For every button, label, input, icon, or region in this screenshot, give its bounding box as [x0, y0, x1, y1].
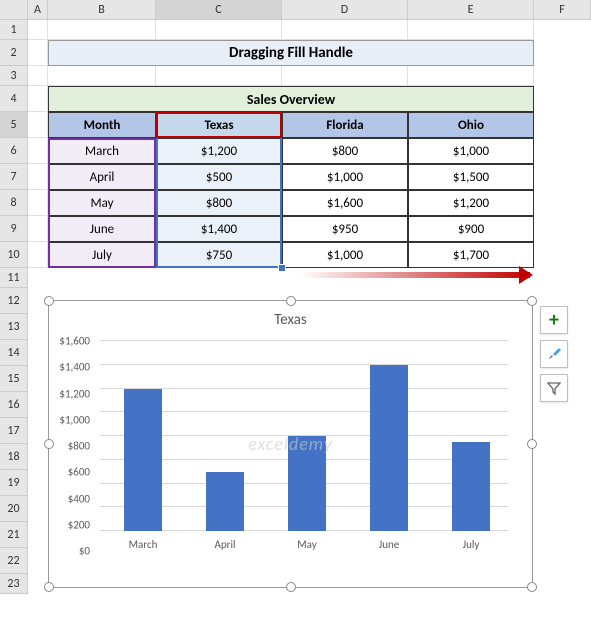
row-header-4[interactable]: 4: [0, 86, 28, 112]
row-header-9[interactable]: 9: [0, 216, 28, 242]
row-header-8[interactable]: 8: [0, 190, 28, 216]
chart-side-buttons: +: [540, 306, 568, 408]
chart-bar[interactable]: [288, 436, 326, 531]
col-header-A[interactable]: A: [28, 0, 48, 19]
table-row[interactable]: May: [48, 190, 156, 216]
row-header-17[interactable]: 17: [0, 418, 28, 444]
chart-x-label: June: [354, 538, 424, 551]
chart-elements-button[interactable]: +: [540, 306, 568, 334]
row-header-3[interactable]: 3: [0, 66, 28, 86]
filter-icon: [546, 380, 562, 396]
table-title: Sales Overview: [48, 86, 534, 112]
table-col-florida[interactable]: Florida: [282, 112, 408, 138]
row-header-15[interactable]: 15: [0, 366, 28, 392]
col-header-D[interactable]: D: [282, 0, 408, 19]
select-all-corner[interactable]: [0, 0, 28, 19]
table-row[interactable]: June: [48, 216, 156, 242]
table-row[interactable]: April: [48, 164, 156, 190]
fill-handle[interactable]: [278, 264, 286, 272]
table-cell[interactable]: $1,600: [282, 190, 408, 216]
row-header-21[interactable]: 21: [0, 522, 28, 548]
row-header-1[interactable]: 1: [0, 20, 28, 40]
table-cell[interactable]: $800: [156, 190, 282, 216]
chart-x-label: March: [108, 538, 178, 551]
table-cell[interactable]: $1,500: [408, 164, 534, 190]
plus-icon: +: [549, 308, 559, 332]
table-col-texas[interactable]: Texas: [156, 112, 282, 138]
row-header-22[interactable]: 22: [0, 548, 28, 574]
col-header-E[interactable]: E: [408, 0, 534, 19]
brush-icon: [546, 346, 562, 362]
table-cell[interactable]: $1,000: [282, 242, 408, 268]
row-header-10[interactable]: 10: [0, 242, 28, 268]
col-header-C[interactable]: C: [156, 0, 282, 19]
column-headers: A B C D E F: [0, 0, 591, 20]
page-title: Dragging Fill Handle: [48, 40, 534, 66]
table-cell[interactable]: $1,000: [408, 138, 534, 164]
row-header-23[interactable]: 23: [0, 574, 28, 594]
chart-x-label: April: [190, 538, 260, 551]
row-header-11[interactable]: 11: [0, 268, 28, 288]
row-header-19[interactable]: 19: [0, 470, 28, 496]
table-cell[interactable]: $1,200: [156, 138, 282, 164]
chart-x-label: July: [436, 538, 506, 551]
chart-bar[interactable]: [452, 442, 490, 531]
chart-styles-button[interactable]: [540, 340, 568, 368]
chart-plot-area[interactable]: March April May June July: [99, 341, 509, 551]
table-cell[interactable]: $1,400: [156, 216, 282, 242]
table-cell[interactable]: $950: [282, 216, 408, 242]
row-header-18[interactable]: 18: [0, 444, 28, 470]
row-header-7[interactable]: 7: [0, 164, 28, 190]
table-col-ohio[interactable]: Ohio: [408, 112, 534, 138]
col-header-F[interactable]: F: [534, 0, 591, 19]
table-cell[interactable]: $1,000: [282, 164, 408, 190]
table-col-month[interactable]: Month: [48, 112, 156, 138]
table-row[interactable]: March: [48, 138, 156, 164]
drag-arrow: [300, 272, 530, 278]
chart-filters-button[interactable]: [540, 374, 568, 402]
table-cell[interactable]: $1,200: [408, 190, 534, 216]
row-header-16[interactable]: 16: [0, 392, 28, 418]
chart-bar[interactable]: [124, 389, 162, 532]
row-header-14[interactable]: 14: [0, 340, 28, 366]
table-cell[interactable]: $1,700: [408, 242, 534, 268]
row-header-12[interactable]: 12: [0, 288, 28, 314]
table-cell[interactable]: $750: [156, 242, 282, 268]
chart-bar[interactable]: [206, 472, 244, 531]
chart-bar[interactable]: [370, 365, 408, 531]
chart-x-label: May: [272, 538, 342, 551]
row-header-2[interactable]: 2: [0, 40, 28, 66]
row-headers: 1 2 3 4 5 6 7 8 9 10 11 12 13 14 15 16 1…: [0, 20, 28, 594]
row-header-5[interactable]: 5: [0, 112, 28, 138]
table-cell[interactable]: $900: [408, 216, 534, 242]
chart-y-axis: $0 $200 $400 $600 $800 $1,000 $1,200 $1,…: [49, 341, 94, 551]
table-cell[interactable]: $800: [282, 138, 408, 164]
chart-container[interactable]: Texas $0 $200 $400 $600 $800 $1,000 $1,2…: [48, 300, 533, 588]
col-header-B[interactable]: B: [48, 0, 156, 19]
row-header-20[interactable]: 20: [0, 496, 28, 522]
row-header-13[interactable]: 13: [0, 314, 28, 340]
table-cell[interactable]: $500: [156, 164, 282, 190]
table-row[interactable]: July: [48, 242, 156, 268]
row-header-6[interactable]: 6: [0, 138, 28, 164]
